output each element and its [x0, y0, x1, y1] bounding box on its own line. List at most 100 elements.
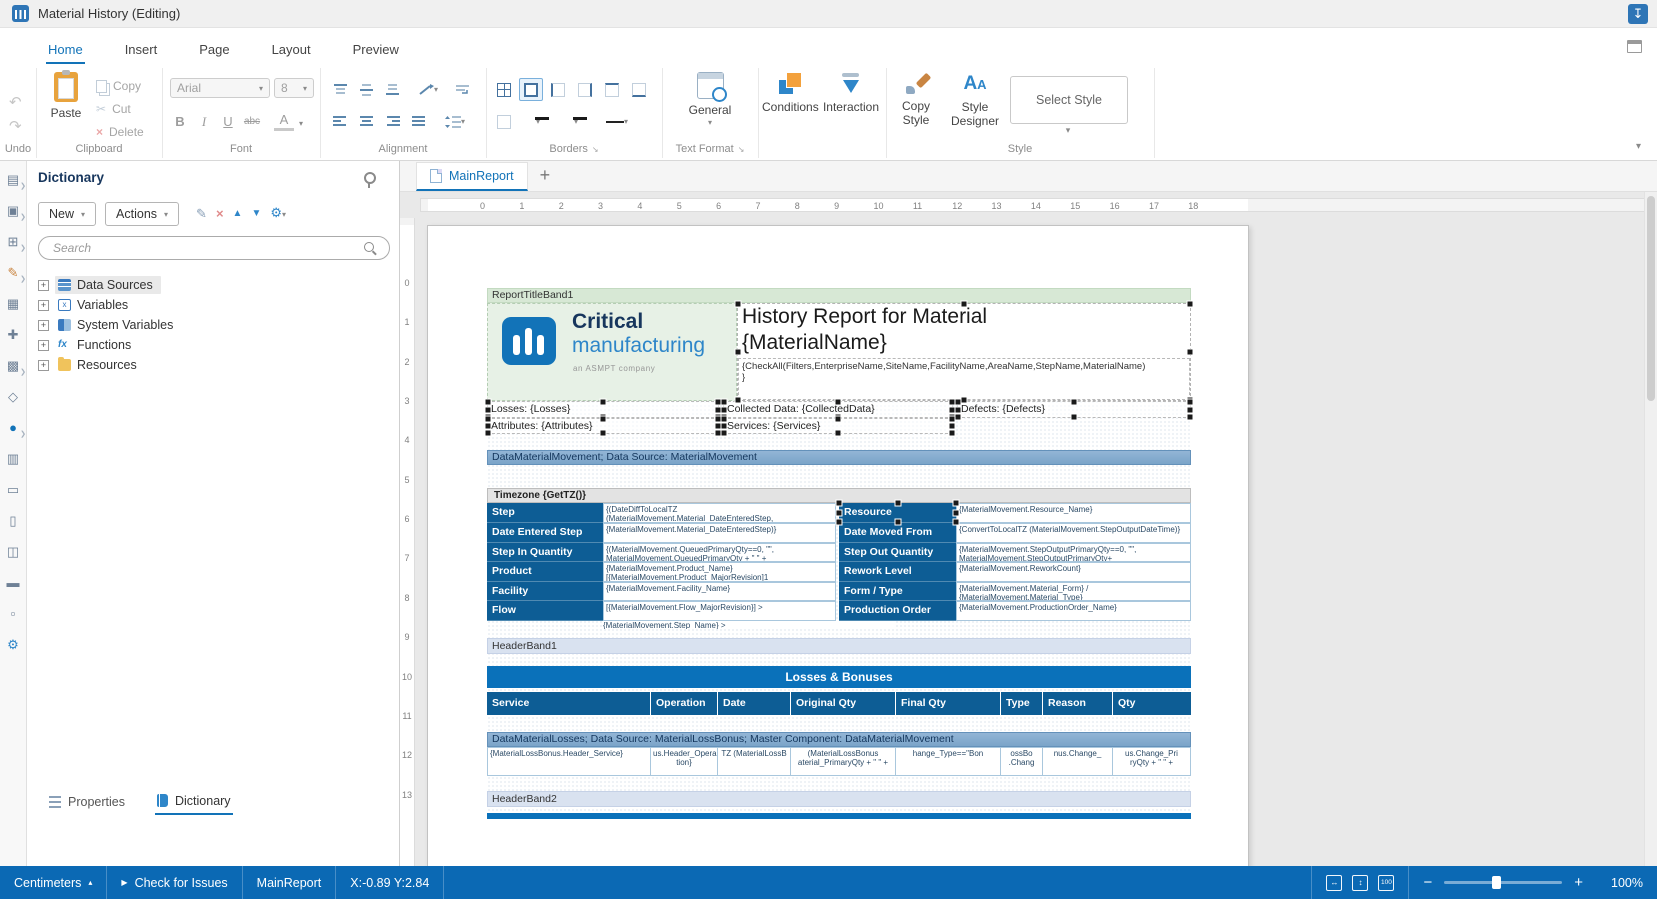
- shape-icon[interactable]: ◇: [3, 388, 23, 406]
- selection-handle[interactable]: [600, 430, 607, 437]
- column-header[interactable]: Final Qty: [896, 692, 1001, 715]
- selection-handle[interactable]: [1071, 414, 1078, 421]
- style-pencil-icon[interactable]: ✎❯: [3, 264, 23, 282]
- paste-button[interactable]: Paste: [42, 72, 90, 120]
- data-cell[interactable]: {MaterialLossBonus.Header_Service}: [487, 747, 651, 776]
- selection-handle[interactable]: [949, 430, 956, 437]
- edit-item-icon[interactable]: ✎: [196, 206, 207, 222]
- search-icon[interactable]: [364, 242, 374, 252]
- tab-dictionary[interactable]: Dictionary: [155, 788, 233, 815]
- expand-icon[interactable]: +: [38, 300, 49, 311]
- table-value-cell[interactable]: {MaterialMovement.StepOutputPrimaryQty==…: [956, 543, 1191, 563]
- selection-handle[interactable]: [721, 423, 728, 430]
- table-label-cell[interactable]: Step In Quantity: [487, 543, 603, 563]
- selection-handle[interactable]: [485, 406, 492, 413]
- tree-item-system-variables[interactable]: + System Variables: [38, 315, 389, 335]
- expand-chevron-icon[interactable]: ❯: [20, 271, 26, 289]
- scrollbar-thumb[interactable]: [1647, 196, 1655, 401]
- selection-handle[interactable]: [600, 399, 607, 406]
- report-title-text-component[interactable]: History Report for Material {MaterialNam…: [737, 303, 1191, 401]
- undo-button[interactable]: ↶: [9, 94, 22, 112]
- tree-item-data-sources[interactable]: + Data Sources: [38, 275, 389, 295]
- chart-icon[interactable]: ▩❯: [3, 357, 23, 375]
- font-family-select[interactable]: Arial▾: [170, 78, 270, 98]
- attributes-cell[interactable]: Attributes: {Attributes}: [487, 418, 719, 434]
- selection-handle[interactable]: [955, 406, 962, 413]
- tab-insert[interactable]: Insert: [123, 34, 160, 64]
- align-bottom-icon[interactable]: [380, 78, 404, 101]
- borders-dialog-launcher-icon[interactable]: ↘: [592, 145, 599, 154]
- next-section-strip[interactable]: [487, 813, 1191, 819]
- selection-handle[interactable]: [485, 423, 492, 430]
- italic-button[interactable]: I: [194, 112, 214, 132]
- report-title-band-header[interactable]: ReportTitleBand1: [487, 288, 1191, 303]
- data-cell[interactable]: nus.Change_: [1043, 747, 1113, 776]
- border-color-icon[interactable]: ▾: [560, 110, 592, 133]
- band-structure-icon[interactable]: ▤❯: [3, 171, 23, 189]
- expand-chevron-icon[interactable]: ❯: [20, 364, 26, 382]
- fill-color-icon[interactable]: ▾: [522, 110, 554, 133]
- tab-layout[interactable]: Layout: [270, 34, 313, 64]
- window-mode-icon[interactable]: [1627, 40, 1642, 53]
- bold-button[interactable]: B: [170, 112, 190, 132]
- data-cell[interactable]: hange_Type=="Bon: [896, 747, 1001, 776]
- align-left-icon[interactable]: [328, 110, 352, 133]
- filters-expression[interactable]: {CheckAll(Filters,EnterpriseName,SiteNam…: [738, 358, 1190, 400]
- table-value-cell[interactable]: {ConvertToLocalTZ (MaterialMovement.Step…: [956, 523, 1191, 543]
- barcode-icon[interactable]: ▯: [3, 512, 23, 530]
- interaction-button[interactable]: Interaction: [822, 72, 880, 114]
- zoom-out-button[interactable]: −: [1423, 875, 1432, 890]
- align-middle-icon[interactable]: [354, 78, 378, 101]
- collapse-ribbon-icon[interactable]: ▾: [1636, 141, 1641, 152]
- delete-item-icon[interactable]: ×: [216, 206, 224, 222]
- redo-button[interactable]: ↷: [9, 118, 22, 136]
- table-value-cell[interactable]: {(MaterialMovement.QueuedPrimaryQty==0, …: [603, 543, 836, 563]
- gallery-icon[interactable]: ◫: [3, 543, 23, 561]
- expand-chevron-icon[interactable]: ❯: [20, 426, 26, 444]
- selection-handle[interactable]: [485, 399, 492, 406]
- selection-handle[interactable]: [721, 416, 728, 423]
- move-down-icon[interactable]: ▼: [251, 206, 261, 222]
- table-value-cell[interactable]: {MaterialMovement.Material_DateEnteredSt…: [603, 523, 836, 543]
- selection-handle[interactable]: [1187, 349, 1194, 356]
- header-band1[interactable]: HeaderBand1: [487, 638, 1191, 654]
- left-border-icon[interactable]: [546, 78, 570, 101]
- page-width-icon[interactable]: ↔: [1326, 875, 1342, 891]
- services-icon[interactable]: ⚙: [3, 636, 23, 654]
- style-designer-button[interactable]: AA Style Designer: [948, 72, 1002, 128]
- search-input[interactable]: [51, 240, 355, 256]
- text-format-button[interactable]: General ▾: [686, 72, 734, 127]
- table-label-cell[interactable]: Rework Level: [839, 562, 956, 582]
- pin-icon[interactable]: [364, 172, 376, 184]
- table-value-cell[interactable]: {MaterialMovement.ProductionOrder_Name}: [956, 601, 1191, 621]
- line-spacing-icon[interactable]: ▾: [438, 110, 472, 133]
- components-icon[interactable]: ▦: [3, 295, 23, 313]
- text-format-dialog-launcher-icon[interactable]: ↘: [738, 145, 745, 154]
- copy-style-button[interactable]: Copy Style: [892, 72, 940, 127]
- table-value-cell[interactable]: {MaterialMovement.ReworkCount}: [956, 562, 1191, 582]
- selection-handle[interactable]: [955, 399, 962, 406]
- actions-button[interactable]: Actions▾: [105, 202, 179, 226]
- selection-handle[interactable]: [835, 430, 842, 437]
- data-cell[interactable]: us.Change_Pri ryQty + " " +: [1113, 747, 1191, 776]
- selection-handle[interactable]: [836, 519, 843, 526]
- selection-handle[interactable]: [485, 416, 492, 423]
- font-color-button[interactable]: A: [274, 112, 294, 131]
- no-border-icon[interactable]: [492, 110, 516, 133]
- selection-handle[interactable]: [894, 519, 901, 526]
- page-manager-icon[interactable]: ▣❯: [3, 202, 23, 220]
- all-borders-icon[interactable]: [492, 78, 516, 101]
- tab-properties[interactable]: Properties: [47, 788, 127, 815]
- selection-handle[interactable]: [953, 509, 960, 516]
- selection-handle[interactable]: [953, 500, 960, 507]
- duplicate-band-icon[interactable]: ⊞❯: [3, 233, 23, 251]
- delete-button[interactable]: × Delete: [96, 122, 144, 142]
- selection-handle[interactable]: [721, 399, 728, 406]
- column-header[interactable]: Operation: [651, 692, 718, 715]
- table-label-cell[interactable]: Product: [487, 562, 603, 582]
- column-header[interactable]: Service: [487, 692, 651, 715]
- move-up-icon[interactable]: ▲: [233, 206, 243, 222]
- select-style-button[interactable]: Select Style: [1010, 76, 1128, 124]
- strikethrough-button[interactable]: abc: [242, 112, 262, 132]
- selection-handle[interactable]: [953, 519, 960, 526]
